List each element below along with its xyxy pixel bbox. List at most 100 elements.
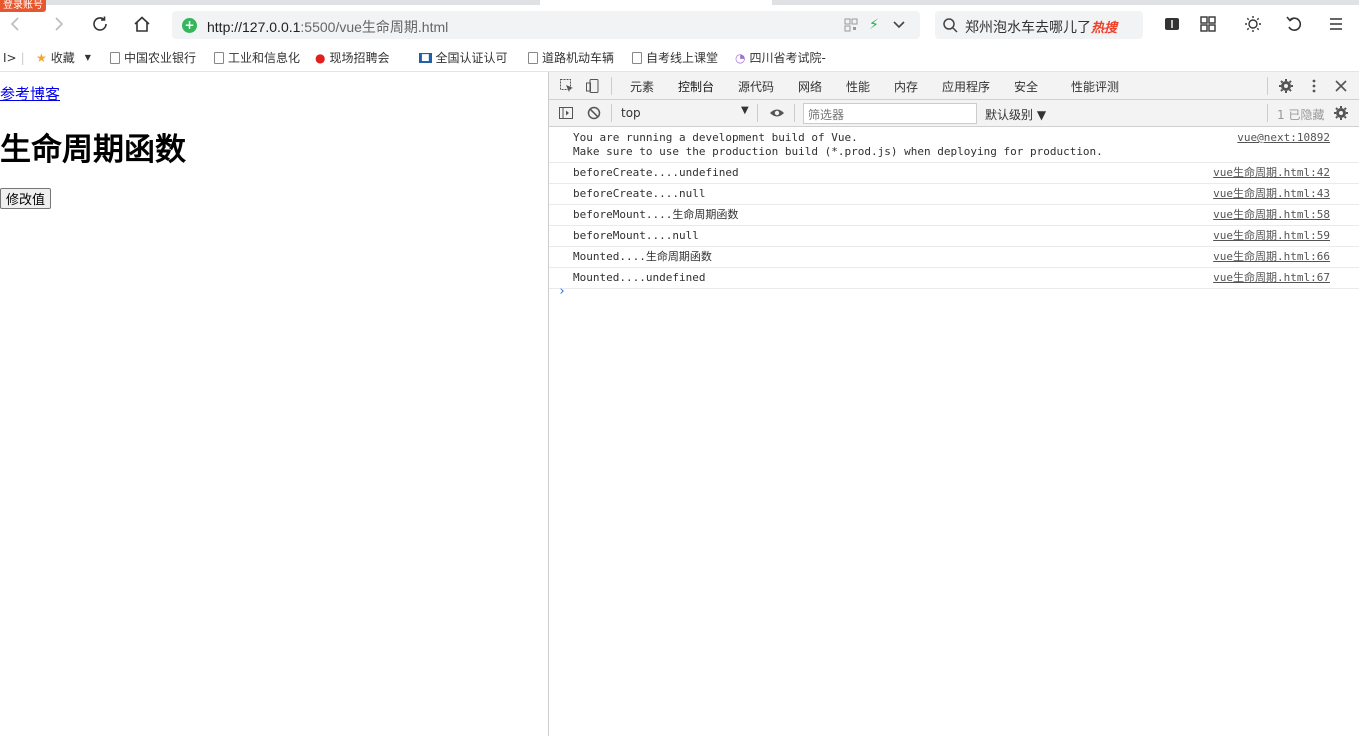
apps-button[interactable] xyxy=(1194,10,1222,38)
page-icon xyxy=(528,51,538,64)
divider xyxy=(1267,104,1268,122)
search-box[interactable]: 郑州泡水车去哪儿了 热搜 xyxy=(935,11,1143,39)
bookmarks-bar: I> | ★ 收藏 ▼ 中国农业银行 工业和信息化 ● 现场招聘会 ■ 全国认证认可 道路… xyxy=(0,43,1359,72)
bookmark-item[interactable]: ● 现场招聘会 xyxy=(315,49,390,66)
console-source-link[interactable]: vue@next:10892 xyxy=(1237,131,1330,145)
device-toolbar-icon[interactable] xyxy=(585,78,601,94)
speed-mode-icon[interactable]: ⚡ xyxy=(869,17,879,33)
reload-icon xyxy=(93,16,107,31)
chevron-down-icon[interactable]: ▼ xyxy=(741,105,749,116)
bookmark-label: 现场招聘会 xyxy=(329,51,390,65)
console-prompt[interactable]: › xyxy=(558,284,566,299)
divider xyxy=(611,77,612,95)
browser-toolbar: + http://127.0.0.1:5500/vue生命周期.html ⚡ 郑… xyxy=(0,5,1359,43)
reload-button[interactable] xyxy=(86,10,114,38)
console-message: You are running a development build of V… xyxy=(549,128,1359,163)
divider xyxy=(611,104,612,122)
chevron-down-icon[interactable] xyxy=(892,17,906,31)
chevron-down-icon: ▼ xyxy=(84,53,91,62)
address-bar[interactable]: + http://127.0.0.1:5500/vue生命周期.html ⚡ xyxy=(172,11,920,39)
console-message: beforeMount....生命周期函数 vue生命周期.html:58 xyxy=(549,205,1359,226)
console-toolbar: top ▼ 筛选器 默认级别 ▼ 1 已隐藏 xyxy=(549,100,1359,127)
tab-console[interactable]: 控制台 xyxy=(666,78,726,103)
tab-sources[interactable]: 源代码 xyxy=(738,78,774,95)
home-button[interactable] xyxy=(128,10,156,38)
bookmark-item[interactable]: 工业和信息化 xyxy=(214,49,300,66)
eye-icon[interactable] xyxy=(769,105,785,121)
search-icon xyxy=(943,18,958,33)
page-icon xyxy=(214,51,224,64)
reading-mode-button[interactable] xyxy=(1158,10,1186,38)
divider: | xyxy=(20,50,25,65)
console-source-link[interactable]: vue生命周期.html:43 xyxy=(1213,187,1330,201)
settings-icon[interactable] xyxy=(1333,105,1349,121)
qr-code-icon[interactable] xyxy=(844,18,858,32)
bookmark-item[interactable]: ■ 全国认证认可 xyxy=(419,49,508,66)
console-message: beforeMount....null vue生命周期.html:59 xyxy=(549,226,1359,247)
sun-icon xyxy=(1245,16,1261,32)
console-message-text: Mounted....生命周期函数 xyxy=(573,250,712,263)
secure-icon[interactable]: + xyxy=(182,18,197,33)
bookmark-item[interactable]: ◔ 四川省考试院- xyxy=(735,49,826,66)
bookmark-item[interactable]: 道路机动车辆 xyxy=(528,49,614,66)
forward-icon xyxy=(55,17,64,31)
hot-search-badge[interactable]: 热搜 xyxy=(1091,17,1117,36)
tab-security[interactable]: 安全 xyxy=(1014,78,1038,95)
console-source-link[interactable]: vue生命周期.html:42 xyxy=(1213,166,1330,180)
undo-icon xyxy=(1286,16,1302,31)
hidden-count[interactable]: 1 已隐藏 xyxy=(1277,106,1324,123)
tab-network[interactable]: 网络 xyxy=(798,78,822,95)
bookmark-favorites[interactable]: ★ 收藏 ▼ xyxy=(36,49,91,66)
bookmark-item[interactable]: 自考线上课堂 xyxy=(632,49,718,66)
cnca-icon: ■ xyxy=(419,52,432,63)
divider xyxy=(757,104,758,122)
console-source-link[interactable]: vue生命周期.html:66 xyxy=(1213,250,1330,264)
more-options-icon[interactable] xyxy=(1306,78,1322,94)
bookmark-item[interactable]: 中国农业银行 xyxy=(110,49,196,66)
login-badge[interactable]: 登录账号 xyxy=(0,0,46,12)
console-source-link[interactable]: vue生命周期.html:67 xyxy=(1213,271,1330,285)
url-host: http://127.0.0.1 xyxy=(207,19,301,35)
grid-icon xyxy=(1200,16,1216,32)
clear-console-icon[interactable] xyxy=(586,105,602,121)
menu-button[interactable] xyxy=(1322,10,1350,38)
sidebar-toggle[interactable]: I> | xyxy=(3,49,25,66)
bookmark-label: 工业和信息化 xyxy=(228,51,301,65)
settings-icon[interactable] xyxy=(1278,78,1294,94)
back-button[interactable] xyxy=(2,10,30,38)
hamburger-icon xyxy=(1330,18,1342,30)
inspect-element-icon[interactable] xyxy=(559,78,575,94)
sidebar-toggle-icon[interactable] xyxy=(558,105,574,121)
bookmark-label: 全国认证认可 xyxy=(435,51,508,65)
reference-blog-link[interactable]: 参考博客 xyxy=(0,83,60,104)
console-message: Mounted....undefined vue生命周期.html:67 xyxy=(549,268,1359,289)
console-message-text: beforeMount....null xyxy=(573,229,699,242)
tab-elements[interactable]: 元素 xyxy=(630,78,654,95)
tab-lighthouse[interactable]: 性能评测 xyxy=(1071,78,1119,95)
theme-button[interactable] xyxy=(1239,10,1267,38)
page-heading: 生命周期函数 xyxy=(0,132,186,168)
tab-application[interactable]: 应用程序 xyxy=(942,78,990,95)
search-suggestion[interactable]: 郑州泡水车去哪儿了 xyxy=(965,17,1091,37)
tab-performance[interactable]: 性能 xyxy=(846,78,870,95)
sidebar-toggle-icon: I> xyxy=(3,50,17,65)
bookmark-label: 自考线上课堂 xyxy=(646,51,719,65)
close-icon[interactable] xyxy=(1333,78,1349,94)
filter-input[interactable]: 筛选器 xyxy=(803,103,977,124)
tab-memory[interactable]: 内存 xyxy=(894,78,918,95)
modify-value-button[interactable]: 修改值 xyxy=(0,188,52,209)
bookmark-label: 收藏 xyxy=(50,51,75,65)
undo-button[interactable] xyxy=(1280,10,1308,38)
page-icon xyxy=(632,51,642,64)
url-text[interactable]: http://127.0.0.1:5500/vue生命周期.html xyxy=(207,17,448,37)
console-source-link[interactable]: vue生命周期.html:58 xyxy=(1213,208,1330,222)
console-message-text: You are running a development build of V… xyxy=(573,131,1103,158)
forward-button[interactable] xyxy=(44,10,72,38)
log-levels-dropdown[interactable]: 默认级别 ▼ xyxy=(985,106,1046,123)
context-selector[interactable]: top xyxy=(621,106,641,120)
web-page: 参考博客 生命周期函数 修改值 xyxy=(0,72,548,736)
console-source-link[interactable]: vue生命周期.html:59 xyxy=(1213,229,1330,243)
home-icon xyxy=(134,16,150,32)
page-icon xyxy=(110,51,120,64)
bookmark-label: 道路机动车辆 xyxy=(542,51,615,65)
